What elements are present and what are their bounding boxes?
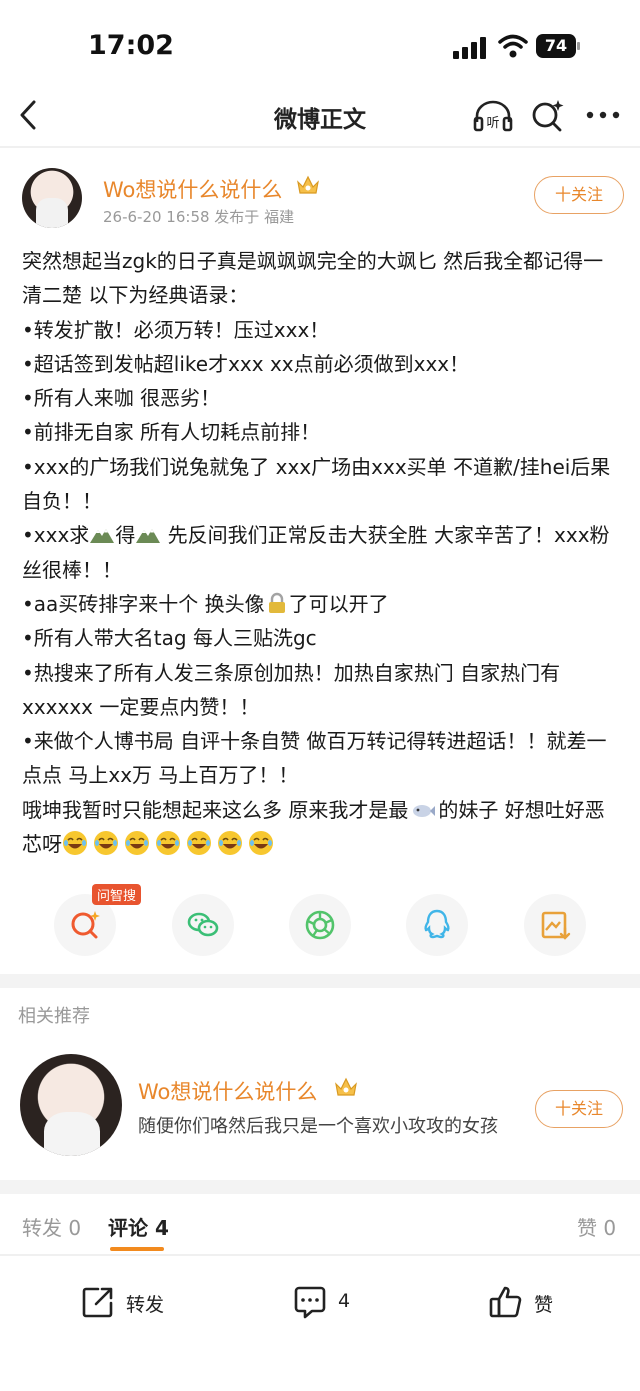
laugh-emoji-row <box>62 831 279 856</box>
post-line: 突然想起当zgk的日子真是飒飒飒完全的大飒匕 然后我全都记得一清二楚 以下为经典… <box>22 249 604 308</box>
vip-crown-icon <box>297 175 319 194</box>
related-user-card[interactable]: Wo想说什么说什么 随便你们咯然后我只是一个喜欢小攻攻的女孩 十关注 <box>0 1050 640 1166</box>
author-avatar[interactable] <box>22 168 82 228</box>
share-wechat-button[interactable] <box>172 894 234 956</box>
listen-icon[interactable]: 听 <box>472 98 514 132</box>
post-line: •转发扩散！必须万转！压过xxx！ <box>22 317 330 342</box>
wechat-icon <box>187 912 219 937</box>
bottom-toolbar: 转发 4 赞 <box>0 1260 640 1350</box>
section-divider <box>0 974 640 988</box>
laugh-cry-icon <box>125 831 149 856</box>
wenzhisou-badge: 问智搜 <box>92 884 142 905</box>
post-body: 突然想起当zgk的日子真是飒飒飒完全的大飒匕 然后我全都记得一清二楚 以下为经典… <box>22 244 622 861</box>
laugh-cry-icon <box>249 831 273 856</box>
qq-icon <box>424 909 450 939</box>
fish-icon <box>413 804 436 817</box>
repost-label: 转发 <box>126 1294 165 1316</box>
laugh-cry-icon <box>63 831 87 856</box>
wifi-icon <box>498 34 528 58</box>
post-line: •热搜来了所有人发三条原创加热！加热自家热门 自家热门有xxxxxx 一定要点内… <box>22 660 561 719</box>
tab-like[interactable]: 赞 0 <box>577 1212 616 1241</box>
section-divider <box>0 1180 640 1194</box>
author-name[interactable]: Wo想说什么说什么 <box>103 174 282 204</box>
post-text: 哦坤我暂时只能想起来这么多 原来我才是最 <box>22 797 409 822</box>
battery-level: 74 <box>536 34 576 58</box>
post-author: Wo想说什么说什么 26-6-20 16:58 发布于 福建 十关注 <box>0 160 640 230</box>
post-text: •aa买砖排字来十个 换头像 <box>22 591 265 616</box>
follow-button[interactable]: 十关注 <box>534 176 624 214</box>
nav-bar: 微博正文 听 <box>0 92 640 140</box>
listen-label: 听 <box>486 116 499 131</box>
save-image-button[interactable] <box>524 894 586 956</box>
moments-icon <box>305 910 335 940</box>
tab-comment[interactable]: 评论 4 <box>108 1212 169 1241</box>
post-text: 了可以开了 <box>288 591 389 616</box>
post-line: •所有人带大名tag 每人三贴洗gc <box>22 626 317 651</box>
tab-active-indicator <box>110 1247 164 1251</box>
status-time: 17:02 <box>88 30 174 61</box>
mountain-icon <box>90 529 115 544</box>
post-line: •超话签到发帖超like才xxx xx点前必须做到xxx！ <box>22 351 470 376</box>
search-sparkle-icon[interactable] <box>530 98 566 132</box>
mountain-icon <box>136 529 161 544</box>
like-label: 赞 <box>534 1294 554 1316</box>
related-name[interactable]: Wo想说什么说什么 <box>138 1076 317 1106</box>
post-text: •xxx求 <box>22 523 90 548</box>
post-line: •xxx求得 先反间我们正常反击大获全胜 大家辛苦了！xxx粉丝很棒！！ <box>22 518 622 587</box>
related-title: 相关推荐 <box>18 1006 90 1027</box>
tab-repost[interactable]: 转发 0 <box>22 1212 81 1241</box>
post-line: 哦坤我暂时只能想起来这么多 原来我才是最 的妹子 好想吐好恶芯呀 <box>22 793 622 862</box>
share-row: 问智搜 <box>0 880 640 970</box>
post-text: 得 <box>115 523 136 548</box>
share-qq-button[interactable] <box>406 894 468 956</box>
comment-button[interactable]: 4 <box>292 1280 372 1324</box>
status-bar: 17:02 74 <box>0 0 640 92</box>
post-line: •前排无自家 所有人切耗点前排！ <box>22 420 321 445</box>
comment-icon <box>294 1286 326 1319</box>
repost-icon <box>82 1287 113 1318</box>
laugh-cry-icon <box>218 831 242 856</box>
more-icon[interactable] <box>584 100 622 130</box>
share-moments-button[interactable] <box>289 894 351 956</box>
related-avatar[interactable] <box>20 1054 122 1156</box>
weibo-post-page: 17:02 74 微博正文 听 Wo想说什么说什么 26-6-20 16:58 … <box>0 0 640 1391</box>
laugh-cry-icon <box>156 831 180 856</box>
post-meta: 26-6-20 16:58 发布于 福建 <box>103 208 295 226</box>
lock-icon <box>268 592 285 613</box>
vip-crown-icon <box>335 1077 357 1096</box>
related-bio: 随便你们咯然后我只是一个喜欢小攻攻的女孩 <box>138 1116 498 1137</box>
thumbs-up-icon <box>489 1286 522 1318</box>
related-follow-button[interactable]: 十关注 <box>535 1090 623 1128</box>
wenzhisou-icon <box>71 911 100 939</box>
divider <box>0 146 640 148</box>
like-button[interactable]: 赞 <box>488 1280 568 1324</box>
post-line: •aa买砖排字来十个 换头像 了可以开了 <box>22 587 622 621</box>
signal-icon <box>453 37 487 59</box>
post-line: •xxx的广场我们说兔就兔了 xxx广场由xxx买单 不道歉/挂hei后果自负！… <box>22 454 611 514</box>
comment-count: 4 <box>338 1290 351 1312</box>
laugh-cry-icon <box>187 831 211 856</box>
comment-tabs: 转发 0 评论 4 赞 0 <box>0 1198 640 1254</box>
post-line: •所有人来咖 很恶劣！ <box>22 386 221 411</box>
post-line: •来做个人博书局 自评十条自赞 做百万转记得转进超话！！就差一点点 马上xx万 … <box>22 729 607 788</box>
laugh-cry-icon <box>94 831 118 856</box>
battery-icon: 74 <box>536 34 580 58</box>
divider <box>0 1254 640 1256</box>
repost-button[interactable]: 转发 <box>80 1280 180 1324</box>
save-image-icon <box>541 911 571 940</box>
